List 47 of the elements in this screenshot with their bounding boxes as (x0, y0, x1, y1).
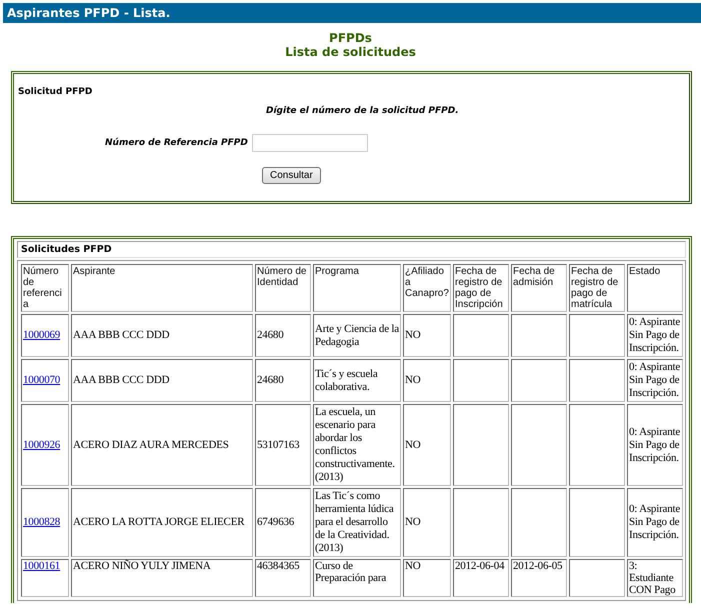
table-cell: 53107163 (255, 404, 311, 486)
table-cell: ACERO NIÑO YULY JIMENA (71, 559, 253, 597)
column-header: Número de Identidad (255, 264, 311, 312)
table-title: Solicitudes PFPD (17, 241, 686, 258)
table-cell: NO (403, 488, 451, 557)
page-title-bar: Aspirantes PFPD - Lista. (3, 3, 701, 23)
table-cell: Curso de Preparación para (313, 559, 401, 597)
table-cell: NO (403, 314, 451, 357)
table-cell: 24680 (255, 359, 311, 402)
column-header: Estado (627, 264, 683, 312)
reference-input-field[interactable] (252, 134, 368, 152)
table-cell: NO (403, 559, 451, 597)
table-cell: Tic´s y escuela colaborativa. (313, 359, 401, 402)
table-cell: NO (403, 404, 451, 486)
table-cell: 0: Aspirante Sin Pago de Inscripción. (627, 404, 683, 486)
form-title: Solicitud PFPD (18, 87, 92, 97)
table-cell: 0: Aspirante Sin Pago de Inscripción. (627, 314, 683, 357)
column-header: Aspirante (71, 264, 253, 312)
table-cell: ACERO DIAZ AURA MERCEDES (71, 404, 253, 486)
table-cell: 2012-06-04 (453, 559, 509, 597)
table-cell: 0: Aspirante Sin Pago de Inscripción. (627, 359, 683, 402)
column-header: Fecha de registro de pago de Inscripción (453, 264, 509, 312)
page-heading: Lista de solicitudes (285, 45, 416, 59)
column-header: Fecha de registro de pago de matrícula (569, 264, 625, 312)
consultar-button[interactable]: Consultar (262, 167, 321, 184)
table-cell: 6749636 (255, 488, 311, 557)
page-heading: PFPDs (329, 31, 372, 45)
column-header: ¿Afiliado a Canapro? (403, 264, 451, 312)
column-header: Programa (313, 264, 401, 312)
form-instruction: Dígite el número de la solicitud PFPD. (266, 106, 459, 116)
table-cell: Arte y Ciencia de la Pedagogia (313, 314, 401, 357)
column-header: Fecha de admisión (511, 264, 567, 312)
table-cell: AAA BBB CCC DDD (71, 314, 253, 357)
table-cell: NO (403, 359, 451, 402)
table-cell: 46384365 (255, 559, 311, 597)
table-cell: 2012-06-05 (511, 559, 567, 597)
table-cell: 3: Estudiante CON Pago (627, 559, 683, 597)
table-cell: 24680 (255, 314, 311, 357)
reference-link[interactable]: 1000926 (23, 438, 60, 450)
table-cell: Las Tic´s como herramienta lúdica para el desarrollo de la Creatividad. (2013) (313, 488, 401, 557)
reference-link[interactable]: 1000828 (23, 516, 60, 528)
table-cell: 0: Aspirante Sin Pago de Inscripción. (627, 488, 683, 557)
table-cell: La escuela, un escenario para abordar los conflictos constructivamente. (2013) (313, 404, 401, 486)
field-label: Número de Referencia PFPD (105, 138, 248, 148)
table-cell: AAA BBB CCC DDD (71, 359, 253, 402)
table-cell: ACERO LA ROTTA JORGE ELIECER (71, 488, 253, 557)
column-header: Número de referencia (21, 264, 69, 312)
